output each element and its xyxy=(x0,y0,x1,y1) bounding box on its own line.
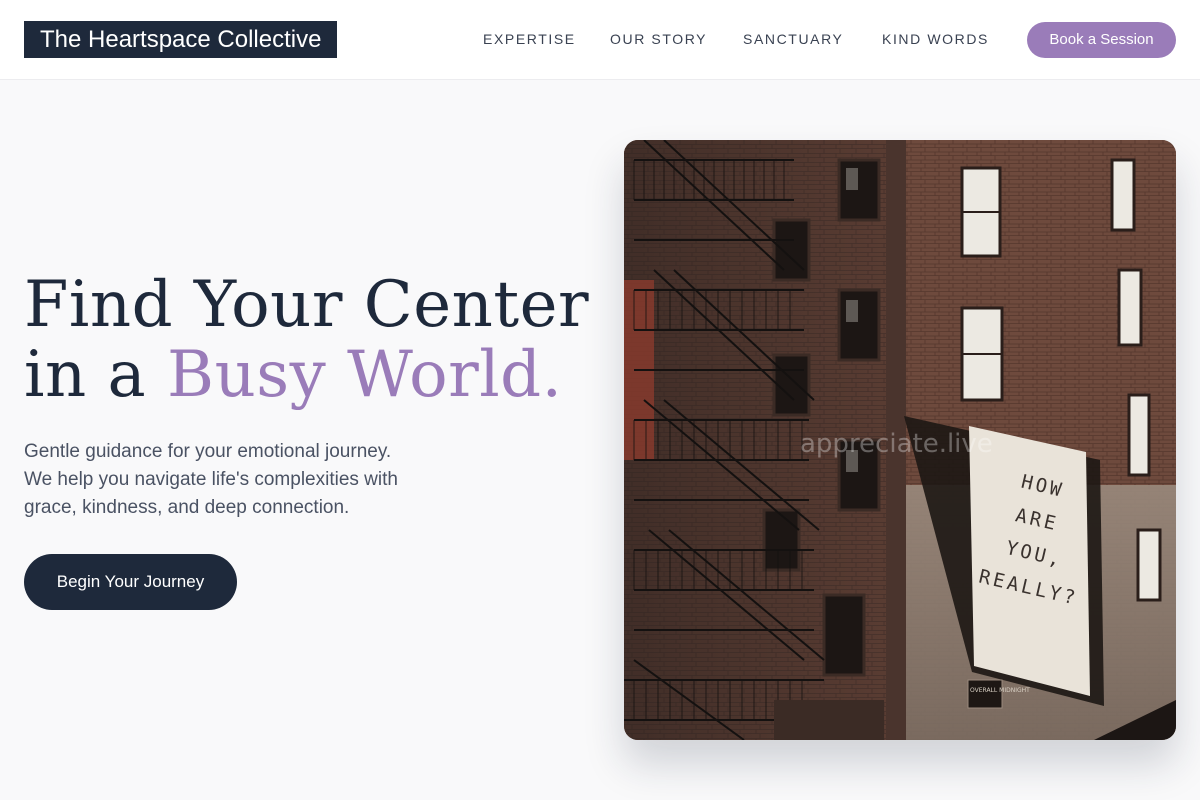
hero-subtitle: Gentle guidance for your emotional journ… xyxy=(24,438,484,522)
book-session-button[interactable]: Book a Session xyxy=(1027,22,1176,58)
hero-subtitle-line-2: We help you navigate life's complexities… xyxy=(24,469,398,490)
brand-logo[interactable]: The Heartspace Collective xyxy=(24,21,338,58)
wall-sign-text: OVERALL MIDNIGHT xyxy=(970,687,1030,694)
hero-subtitle-line-3: grace, kindness, and deep connection. xyxy=(24,497,350,518)
begin-journey-button[interactable]: Begin Your Journey xyxy=(24,554,237,610)
nav-link-sanctuary[interactable]: SANCTUARY xyxy=(743,30,844,48)
hero-title-line-2: in a Busy World. xyxy=(24,340,584,410)
hero-photo: HOW ARE YOU, REALLY? appreciate.live OVE… xyxy=(624,140,1176,740)
photo-watermark: appreciate.live xyxy=(800,429,993,459)
nav-link-kind-words[interactable]: KIND WORDS xyxy=(882,30,989,48)
hero-title-accent: Busy World. xyxy=(167,338,563,412)
hero-subtitle-line-1: Gentle guidance for your emotional journ… xyxy=(24,441,392,462)
hero-title-line-1: Find Your Center xyxy=(24,268,590,342)
hero-title: Find Your Center in a Busy World. xyxy=(24,268,590,410)
nav-link-our-story[interactable]: OUR STORY xyxy=(610,30,707,48)
hero-title-prefix: in a xyxy=(24,338,168,412)
site-header: The Heartspace Collective EXPERTISE OUR … xyxy=(0,0,1200,80)
nav-link-expertise[interactable]: EXPERTISE xyxy=(483,30,576,48)
building-illustration: HOW ARE YOU, REALLY? appreciate.live OVE… xyxy=(624,140,1176,740)
